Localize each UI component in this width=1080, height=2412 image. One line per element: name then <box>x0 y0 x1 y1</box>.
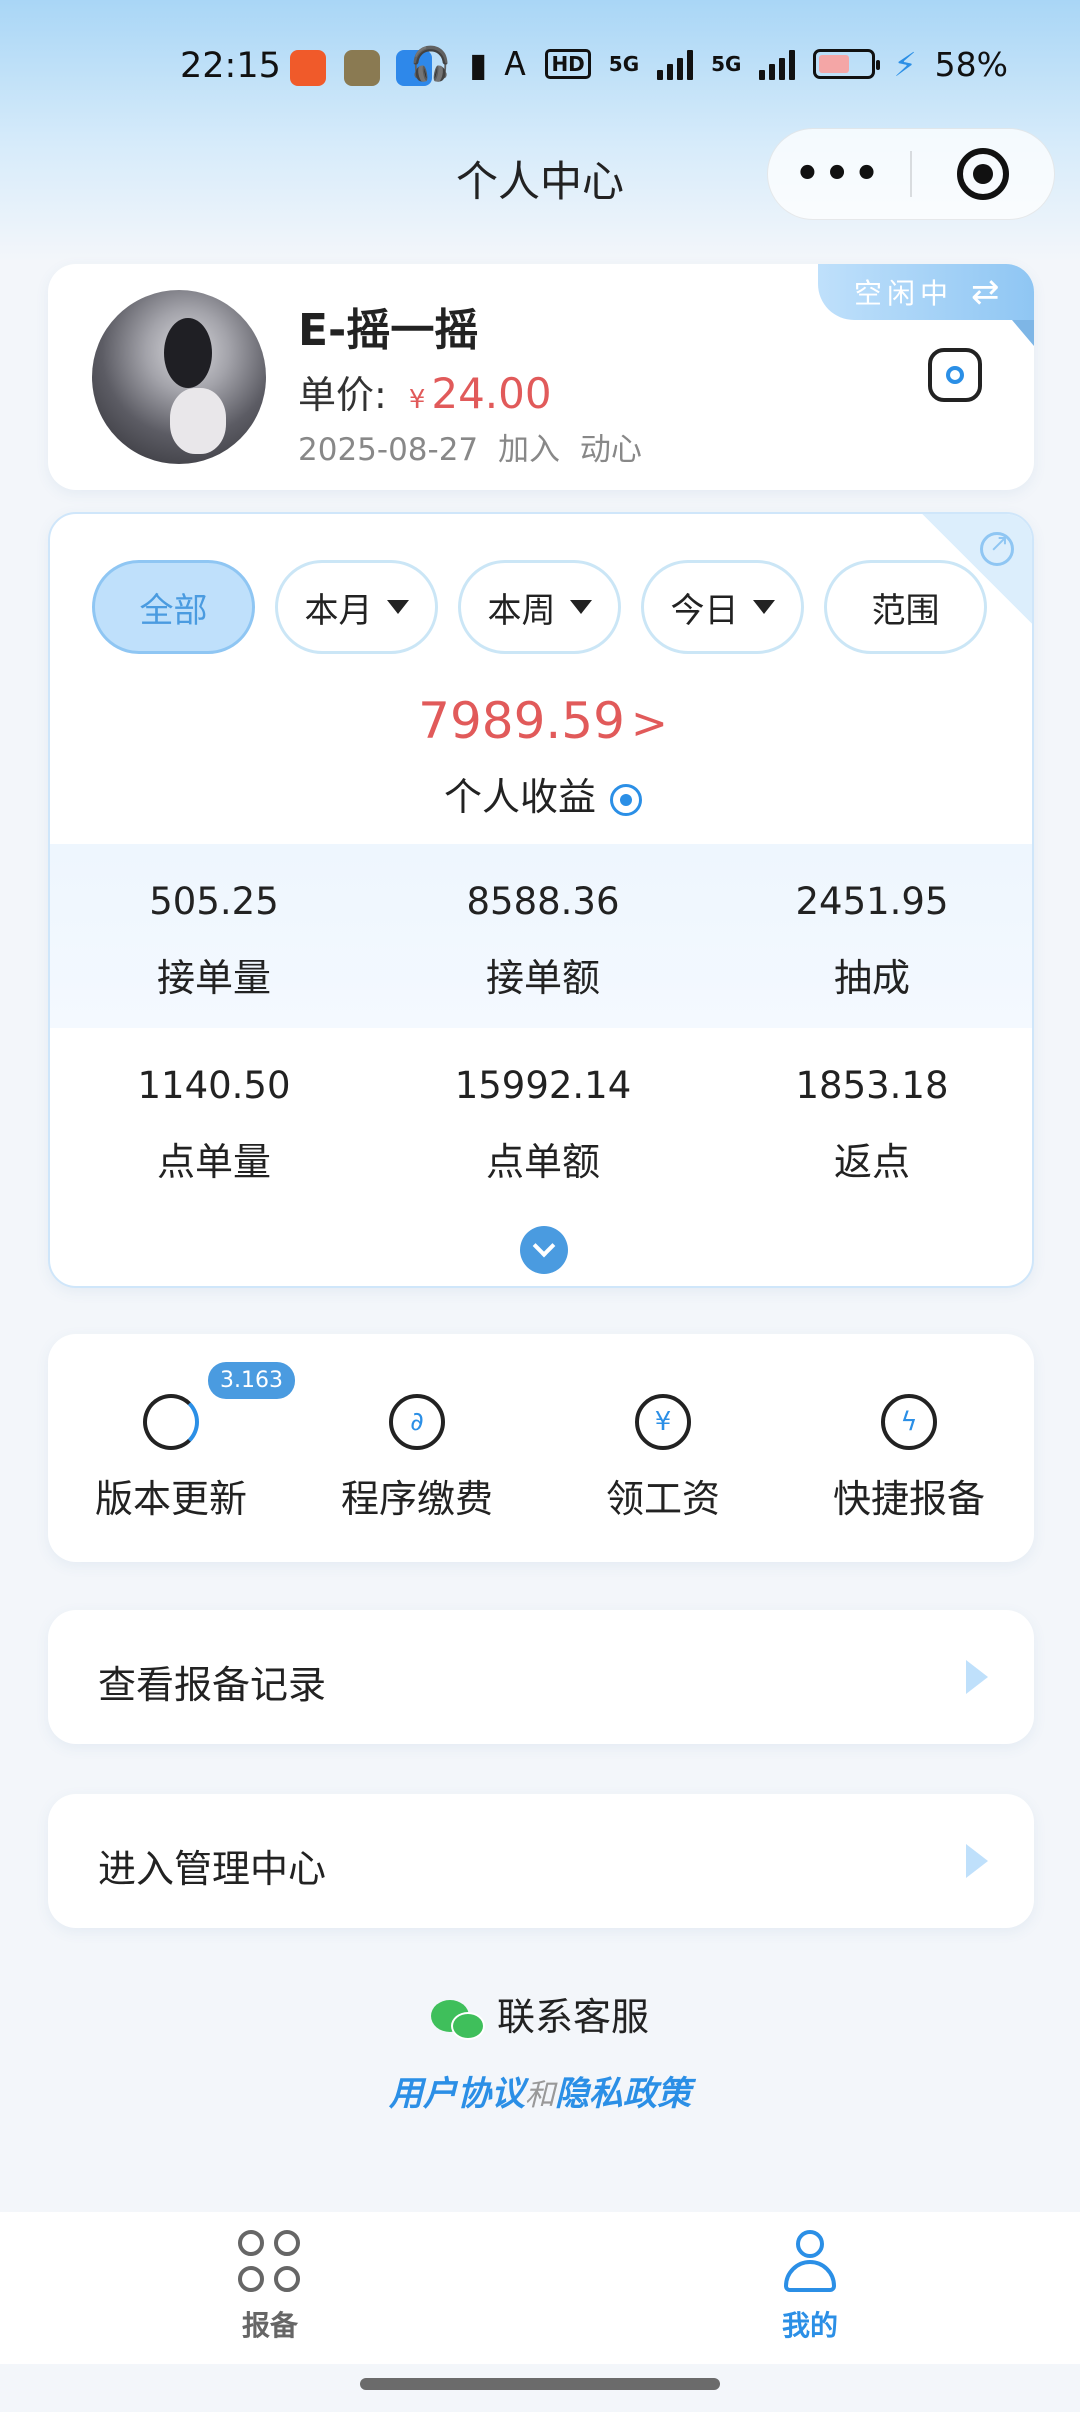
person-icon <box>778 2230 842 2294</box>
refresh-icon <box>143 1394 199 1450</box>
contact-support[interactable]: 联系客服 <box>0 1986 1080 2041</box>
bluetooth-icon: Ꭺ <box>505 44 528 83</box>
stat-cell: 15992.14 点单额 <box>454 1064 632 1184</box>
stat-cell: 8588.36 接单额 <box>466 880 620 1000</box>
caret-down-icon <box>752 600 775 614</box>
join-info: 2025-08-27 加入 动心 <box>298 424 642 469</box>
tab-bar: 报备 我的 <box>0 2212 1080 2364</box>
more-button[interactable]: ••• <box>768 151 910 197</box>
stat-cell: 1853.18 返点 <box>795 1064 949 1184</box>
stats-row-1: 505.25 接单量 8588.36 接单额 2451.95 抽成 <box>50 844 1032 1028</box>
group-name: 动心 <box>579 432 642 468</box>
stat-cell: 1140.50 点单量 <box>137 1064 291 1184</box>
settings-button[interactable] <box>928 348 982 402</box>
legal-links: 用户协议和隐私政策 <box>389 2074 691 2114</box>
user-agreement-link[interactable]: 用户协议 <box>389 2074 525 2114</box>
avatar[interactable] <box>92 290 266 464</box>
total-value: 7989.59 <box>418 692 625 750</box>
total-earnings-label: 个人收益 <box>50 766 1032 821</box>
signal-icon-2 <box>759 48 796 80</box>
home-indicator[interactable] <box>360 2378 720 2390</box>
grid-icon <box>238 2230 302 2294</box>
version-badge: 3.163 <box>208 1362 295 1399</box>
network-label: 5G <box>608 52 640 76</box>
signal-icon <box>657 48 694 80</box>
unit-price: 单价: ¥ 24.00 <box>298 364 552 419</box>
mini-program-icon: ∂ <box>389 1394 445 1450</box>
status-time: 22:15 <box>180 46 281 86</box>
stat-cell: 2451.95 抽成 <box>795 880 949 1000</box>
headphones-icon: 🎧 <box>409 44 452 83</box>
gear-icon <box>946 366 964 384</box>
caret-down-icon <box>569 600 592 614</box>
filter-today[interactable]: 今日 <box>641 560 804 654</box>
game-app-icon <box>344 50 380 86</box>
report-records-row[interactable]: 查看报备记录 <box>48 1610 1034 1744</box>
admin-center-row[interactable]: 进入管理中心 <box>48 1794 1034 1928</box>
lightning-icon: ϟ <box>881 1394 937 1450</box>
stat-cell: 505.25 接单量 <box>149 880 279 1000</box>
battery-level <box>819 55 850 73</box>
join-text: 加入 <box>498 432 561 468</box>
privacy-policy-link[interactable]: 隐私政策 <box>555 2074 691 2114</box>
period-filters: 全部 本月 本周 今日 范围 <box>92 560 987 654</box>
profile-name: E-摇一摇 <box>298 305 479 356</box>
quick-actions: 3.163 版本更新 ∂ 程序缴费 ¥ 领工资 ϟ 快捷报备 <box>48 1334 1034 1562</box>
close-program-button[interactable] <box>912 148 1054 200</box>
status-tag-label: 空闲中 <box>854 277 954 310</box>
filter-all[interactable]: 全部 <box>92 560 255 654</box>
eye-icon[interactable] <box>610 783 642 816</box>
earnings-card: 全部 本月 本周 今日 范围 7989.59> 个人收益 505.25接单量 8… <box>48 512 1034 1288</box>
chevron-down-icon <box>532 1234 556 1258</box>
expand-button[interactable] <box>520 1226 568 1274</box>
mini-program-capsule: ••• <box>767 128 1055 220</box>
filter-range[interactable]: 范围 <box>824 560 987 654</box>
video-app-icon <box>290 50 326 86</box>
caret-down-icon <box>386 600 409 614</box>
total-earnings[interactable]: 7989.59 > <box>50 692 1032 750</box>
status-bar: 22:15 🎧 ▮ Ꭺ HD 5G 5G ⚡ 58% <box>0 0 1080 140</box>
tab-report[interactable]: 报备 <box>190 2230 350 2344</box>
status-toggle[interactable]: 空闲中 ⇄ <box>818 264 1034 320</box>
filter-week[interactable]: 本周 <box>458 560 621 654</box>
switch-icon: ⇄ <box>971 272 1000 312</box>
program-payment-button[interactable]: ∂ 程序缴费 <box>294 1334 540 1562</box>
arrow-right-icon <box>966 1660 988 1694</box>
network-label-2: 5G <box>711 52 742 76</box>
battery-icon <box>813 49 881 79</box>
currency-symbol: ¥ <box>408 385 426 415</box>
hd-icon: HD <box>545 49 591 79</box>
tab-mine[interactable]: 我的 <box>730 2230 890 2344</box>
version-update-button[interactable]: 3.163 版本更新 <box>48 1334 295 1562</box>
stats-row-2: 1140.50 点单量 15992.14 点单额 1853.18 返点 <box>50 1028 1032 1214</box>
chevron-right-icon: > <box>630 698 668 749</box>
price-value: 24.00 <box>431 369 552 418</box>
vibrate-icon: ▮ <box>469 44 488 84</box>
profile-card[interactable]: E-摇一摇 单价: ¥ 24.00 2025-08-27 加入 动心 空闲中 ⇄ <box>48 264 1034 490</box>
wallet-yen-icon: ¥ <box>635 1394 691 1450</box>
price-label: 单价: <box>298 373 387 417</box>
quick-report-button[interactable]: ϟ 快捷报备 <box>786 1334 1032 1562</box>
battery-percent: 58% <box>934 44 1008 84</box>
filter-month[interactable]: 本月 <box>275 560 438 654</box>
arrow-right-icon <box>966 1844 988 1878</box>
salary-button[interactable]: ¥ 领工资 <box>540 1334 786 1562</box>
wechat-icon <box>430 1999 487 2040</box>
target-icon <box>956 148 1009 200</box>
charging-icon: ⚡ <box>893 44 917 84</box>
tag-fold <box>1012 320 1034 346</box>
join-date: 2025-08-27 <box>298 432 479 468</box>
